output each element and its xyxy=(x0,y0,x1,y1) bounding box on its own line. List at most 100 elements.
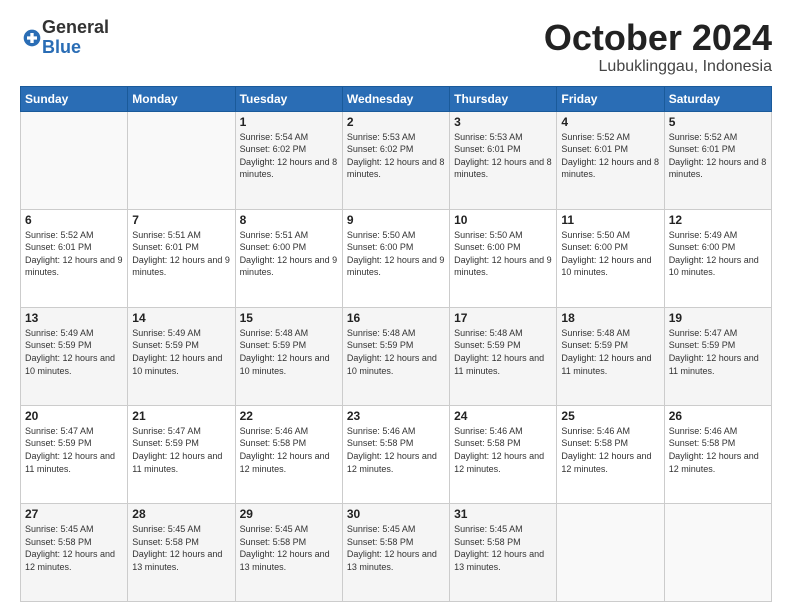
day-info: Sunrise: 5:45 AMSunset: 5:58 PMDaylight:… xyxy=(347,524,437,572)
weekday-header-wednesday: Wednesday xyxy=(342,86,449,111)
day-number: 12 xyxy=(669,213,767,227)
calendar-cell: 24 Sunrise: 5:46 AMSunset: 5:58 PMDayligh… xyxy=(450,405,557,503)
day-info: Sunrise: 5:53 AMSunset: 6:02 PMDaylight:… xyxy=(347,132,445,180)
day-info: Sunrise: 5:48 AMSunset: 5:59 PMDaylight:… xyxy=(240,328,330,376)
calendar-cell xyxy=(21,111,128,209)
day-number: 4 xyxy=(561,115,659,129)
title-block: October 2024 Lubuklinggau, Indonesia xyxy=(544,18,772,76)
calendar-cell: 20 Sunrise: 5:47 AMSunset: 5:59 PMDayligh… xyxy=(21,405,128,503)
day-number: 26 xyxy=(669,409,767,423)
day-info: Sunrise: 5:51 AMSunset: 6:00 PMDaylight:… xyxy=(240,230,338,278)
day-info: Sunrise: 5:50 AMSunset: 6:00 PMDaylight:… xyxy=(454,230,552,278)
calendar-header-row: SundayMondayTuesdayWednesdayThursdayFrid… xyxy=(21,86,772,111)
calendar-cell: 16Sunrise: 5:48 AMSunset: 5:59 PMDayligh… xyxy=(342,307,449,405)
day-info: Sunrise: 5:53 AMSunset: 6:01 PMDaylight:… xyxy=(454,132,552,180)
day-number: 7 xyxy=(132,213,230,227)
weekday-header-saturday: Saturday xyxy=(664,86,771,111)
calendar-cell: 23Sunrise: 5:46 AMSunset: 5:58 PMDayligh… xyxy=(342,405,449,503)
calendar-week-row: 27 Sunrise: 5:45 AMSunset: 5:58 PMDayligh… xyxy=(21,503,772,601)
calendar-cell: 4Sunrise: 5:52 AMSunset: 6:01 PMDaylight… xyxy=(557,111,664,209)
day-number: 2 xyxy=(347,115,445,129)
calendar-cell: 8Sunrise: 5:51 AMSunset: 6:00 PMDaylight… xyxy=(235,209,342,307)
day-number: 5 xyxy=(669,115,767,129)
day-number: 9 xyxy=(347,213,445,227)
calendar-cell: 21 Sunrise: 5:47 AMSunset: 5:59 PMDayligh… xyxy=(128,405,235,503)
calendar-cell xyxy=(664,503,771,601)
weekday-header-thursday: Thursday xyxy=(450,86,557,111)
day-number: 10 xyxy=(454,213,552,227)
day-number: 25 xyxy=(561,409,659,423)
calendar-cell: 6 Sunrise: 5:52 AMSunset: 6:01 PMDaylight… xyxy=(21,209,128,307)
logo: General Blue xyxy=(20,18,109,58)
day-info: Sunrise: 5:50 AMSunset: 6:00 PMDaylight:… xyxy=(347,230,445,278)
calendar-table: SundayMondayTuesdayWednesdayThursdayFrid… xyxy=(20,86,772,602)
day-number: 28 xyxy=(132,507,230,521)
day-number: 20 xyxy=(25,409,123,423)
calendar-week-row: 20 Sunrise: 5:47 AMSunset: 5:59 PMDayligh… xyxy=(21,405,772,503)
day-info: Sunrise: 5:49 AMSunset: 6:00 PMDaylight:… xyxy=(669,230,759,278)
calendar-cell: 30 Sunrise: 5:45 AMSunset: 5:58 PMDayligh… xyxy=(342,503,449,601)
day-number: 24 xyxy=(454,409,552,423)
calendar-cell: 15 Sunrise: 5:48 AMSunset: 5:59 PMDayligh… xyxy=(235,307,342,405)
calendar-week-row: 13Sunrise: 5:49 AMSunset: 5:59 PMDayligh… xyxy=(21,307,772,405)
calendar-cell: 19 Sunrise: 5:47 AMSunset: 5:59 PMDayligh… xyxy=(664,307,771,405)
day-info: Sunrise: 5:46 AMSunset: 5:58 PMDaylight:… xyxy=(240,426,330,474)
day-info: Sunrise: 5:52 AMSunset: 6:01 PMDaylight:… xyxy=(25,230,123,278)
day-info: Sunrise: 5:45 AMSunset: 5:58 PMDaylight:… xyxy=(454,524,544,572)
calendar-cell: 3 Sunrise: 5:53 AMSunset: 6:01 PMDaylight… xyxy=(450,111,557,209)
day-number: 31 xyxy=(454,507,552,521)
calendar-cell: 14Sunrise: 5:49 AMSunset: 5:59 PMDayligh… xyxy=(128,307,235,405)
day-info: Sunrise: 5:45 AMSunset: 5:58 PMDaylight:… xyxy=(25,524,115,572)
weekday-header-monday: Monday xyxy=(128,86,235,111)
day-info: Sunrise: 5:47 AMSunset: 5:59 PMDaylight:… xyxy=(132,426,222,474)
calendar-cell: 11Sunrise: 5:50 AMSunset: 6:00 PMDayligh… xyxy=(557,209,664,307)
day-info: Sunrise: 5:46 AMSunset: 5:58 PMDaylight:… xyxy=(561,426,651,474)
day-info: Sunrise: 5:45 AMSunset: 5:58 PMDaylight:… xyxy=(132,524,222,572)
day-info: Sunrise: 5:51 AMSunset: 6:01 PMDaylight:… xyxy=(132,230,230,278)
calendar-cell: 12 Sunrise: 5:49 AMSunset: 6:00 PMDayligh… xyxy=(664,209,771,307)
day-number: 3 xyxy=(454,115,552,129)
weekday-header-friday: Friday xyxy=(557,86,664,111)
logo-text: General Blue xyxy=(42,18,109,58)
day-info: Sunrise: 5:47 AMSunset: 5:59 PMDaylight:… xyxy=(669,328,759,376)
day-number: 29 xyxy=(240,507,338,521)
day-number: 15 xyxy=(240,311,338,325)
day-info: Sunrise: 5:47 AMSunset: 5:59 PMDaylight:… xyxy=(25,426,115,474)
day-info: Sunrise: 5:52 AMSunset: 6:01 PMDaylight:… xyxy=(669,132,767,180)
day-number: 11 xyxy=(561,213,659,227)
logo-blue: Blue xyxy=(42,38,109,58)
calendar-cell xyxy=(128,111,235,209)
calendar-cell: 13Sunrise: 5:49 AMSunset: 5:59 PMDayligh… xyxy=(21,307,128,405)
header: General Blue October 2024 Lubuklinggau, … xyxy=(20,18,772,76)
day-number: 6 xyxy=(25,213,123,227)
day-number: 21 xyxy=(132,409,230,423)
weekday-header-tuesday: Tuesday xyxy=(235,86,342,111)
calendar-cell: 1Sunrise: 5:54 AMSunset: 6:02 PMDaylight… xyxy=(235,111,342,209)
calendar-cell: 2 Sunrise: 5:53 AMSunset: 6:02 PMDaylight… xyxy=(342,111,449,209)
page: General Blue October 2024 Lubuklinggau, … xyxy=(0,0,792,612)
day-info: Sunrise: 5:46 AMSunset: 5:58 PMDaylight:… xyxy=(454,426,544,474)
calendar-cell: 18Sunrise: 5:48 AMSunset: 5:59 PMDayligh… xyxy=(557,307,664,405)
day-number: 18 xyxy=(561,311,659,325)
calendar-cell: 26 Sunrise: 5:46 AMSunset: 5:58 PMDayligh… xyxy=(664,405,771,503)
day-info: Sunrise: 5:49 AMSunset: 5:59 PMDaylight:… xyxy=(132,328,222,376)
day-info: Sunrise: 5:46 AMSunset: 5:58 PMDaylight:… xyxy=(669,426,759,474)
calendar-cell: 7 Sunrise: 5:51 AMSunset: 6:01 PMDaylight… xyxy=(128,209,235,307)
calendar-cell: 5 Sunrise: 5:52 AMSunset: 6:01 PMDaylight… xyxy=(664,111,771,209)
calendar-cell: 25 Sunrise: 5:46 AMSunset: 5:58 PMDayligh… xyxy=(557,405,664,503)
calendar-cell: 28 Sunrise: 5:45 AMSunset: 5:58 PMDayligh… xyxy=(128,503,235,601)
day-number: 17 xyxy=(454,311,552,325)
day-info: Sunrise: 5:46 AMSunset: 5:58 PMDaylight:… xyxy=(347,426,437,474)
day-number: 1 xyxy=(240,115,338,129)
calendar-week-row: 6 Sunrise: 5:52 AMSunset: 6:01 PMDaylight… xyxy=(21,209,772,307)
calendar-cell: 9 Sunrise: 5:50 AMSunset: 6:00 PMDaylight… xyxy=(342,209,449,307)
day-number: 30 xyxy=(347,507,445,521)
calendar-cell: 27 Sunrise: 5:45 AMSunset: 5:58 PMDayligh… xyxy=(21,503,128,601)
calendar-week-row: 1Sunrise: 5:54 AMSunset: 6:02 PMDaylight… xyxy=(21,111,772,209)
calendar-cell: 10 Sunrise: 5:50 AMSunset: 6:00 PMDayligh… xyxy=(450,209,557,307)
day-number: 22 xyxy=(240,409,338,423)
day-number: 19 xyxy=(669,311,767,325)
calendar-cell: 17Sunrise: 5:48 AMSunset: 5:59 PMDayligh… xyxy=(450,307,557,405)
day-number: 27 xyxy=(25,507,123,521)
calendar-cell xyxy=(557,503,664,601)
